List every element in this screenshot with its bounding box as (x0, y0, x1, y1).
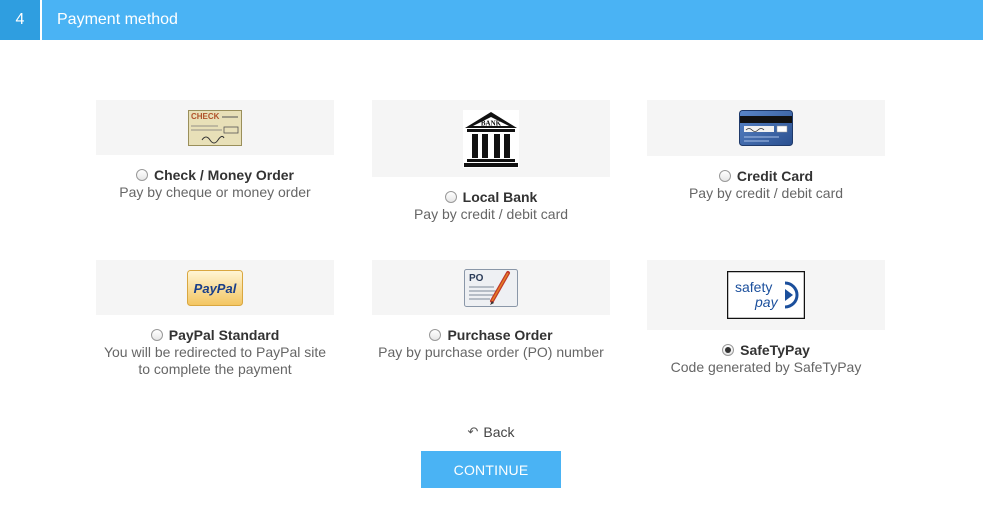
payment-method-safetypay[interactable]: safety pay SafeTyPay Code generated by S… (647, 260, 885, 375)
method-title: SafeTyPay (740, 342, 810, 358)
step-number: 4 (0, 0, 42, 40)
svg-text:pay: pay (754, 294, 779, 310)
svg-text:BANK: BANK (481, 119, 502, 127)
method-title: Purchase Order (447, 327, 553, 343)
method-image-box: BANK (372, 100, 610, 177)
method-title: PayPal Standard (168, 327, 280, 343)
credit-card-icon (739, 110, 793, 146)
safetypay-icon: safety pay (727, 271, 805, 319)
payment-method-credit-card[interactable]: Credit Card Pay by credit / debit card (647, 100, 885, 201)
back-link[interactable]: ↶ Back (421, 424, 561, 440)
paypal-icon: PayPal (187, 269, 243, 306)
payment-method-local-bank[interactable]: BANK Local Bank Pay by credit / debit ca… (372, 100, 610, 222)
step-header: 4 Payment method (0, 0, 983, 40)
continue-button[interactable]: CONTINUE (421, 451, 561, 488)
method-title: Check / Money Order (153, 167, 295, 183)
method-desc: Code generated by SafeTyPay (670, 359, 862, 375)
step-title: Payment method (57, 11, 178, 28)
back-arrow-icon: ↶ (467, 424, 479, 439)
method-desc-line-2: to complete the payment (138, 361, 292, 377)
method-desc: Pay by credit / debit card (688, 185, 844, 201)
method-desc: Pay by cheque or money order (119, 184, 311, 200)
method-desc-line-1: You will be redirected to PayPal site (103, 344, 327, 360)
method-image-box: PayPal (96, 260, 334, 315)
radio-paypal[interactable] (150, 329, 163, 341)
method-image-box: safety pay (647, 260, 885, 330)
check-icon: CHECK (188, 109, 242, 146)
method-desc: Pay by purchase order (PO) number (378, 344, 604, 360)
method-image-box: CHECK (96, 100, 334, 155)
method-title: Local Bank (462, 189, 538, 205)
svg-text:CHECK: CHECK (191, 112, 220, 121)
svg-text:PO: PO (469, 273, 484, 284)
svg-text:safety: safety (735, 279, 772, 295)
method-image-box: PO (372, 260, 610, 315)
back-label: Back (483, 424, 515, 440)
radio-credit-card[interactable] (718, 170, 731, 182)
method-desc: Pay by credit / debit card (413, 206, 569, 222)
purchase-order-icon: PO (464, 268, 518, 307)
svg-text:PayPal: PayPal (194, 281, 237, 296)
method-image-box (647, 100, 885, 156)
radio-purchase-order[interactable] (429, 329, 442, 341)
method-title: Credit Card (736, 168, 814, 184)
radio-safetypay[interactable] (722, 344, 735, 356)
radio-local-bank[interactable] (444, 191, 457, 203)
payment-method-purchase-order[interactable]: PO Purchase Order Pay by purchase order … (372, 260, 610, 360)
payment-method-paypal[interactable]: PayPal PayPal Standard You will be redir… (96, 260, 334, 377)
radio-check[interactable] (135, 169, 148, 181)
bank-icon: BANK (463, 109, 519, 168)
payment-method-check[interactable]: CHECK Check / Money Order Pay by cheque … (96, 100, 334, 200)
